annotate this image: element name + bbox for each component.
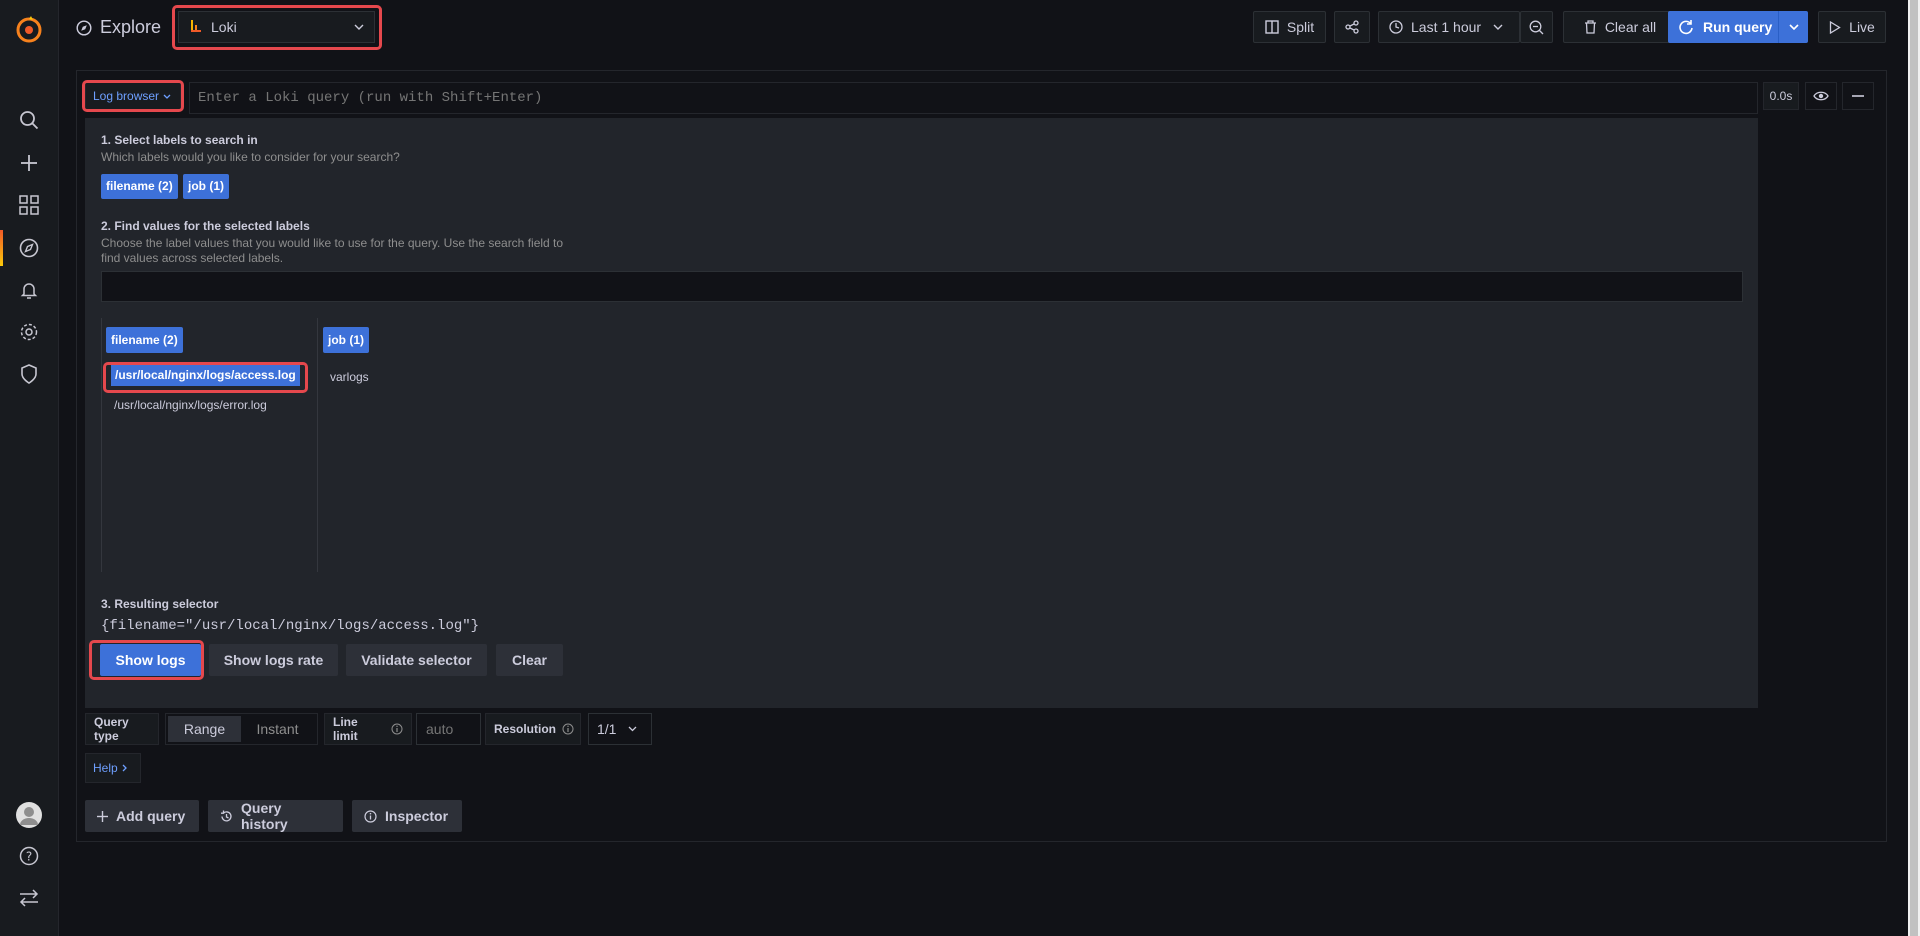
info-icon [364, 809, 377, 823]
inspector-button[interactable]: Inspector [352, 800, 462, 832]
query-duration: 0.0s [1763, 82, 1799, 110]
shield-icon[interactable] [14, 359, 44, 389]
split-label: Split [1286, 19, 1315, 35]
info-icon [391, 723, 403, 735]
refresh-icon [1678, 19, 1694, 35]
add-query-label: Add query [116, 808, 186, 824]
filename-values-column [101, 318, 318, 572]
help-label: Help [93, 761, 118, 775]
live-button[interactable]: Live [1818, 11, 1886, 43]
zoom-out-icon [1529, 20, 1544, 35]
log-browser-button[interactable]: Log browser [85, 82, 181, 110]
run-query-dropdown[interactable] [1778, 11, 1808, 43]
user-avatar[interactable] [14, 800, 44, 830]
chevron-down-icon [1493, 24, 1503, 30]
value-varlogs[interactable]: varlogs [330, 370, 369, 384]
clear-selector-button[interactable]: Clear [496, 644, 563, 676]
step2-desc-line1: Choose the label values that you would l… [101, 236, 564, 250]
line-limit-input[interactable] [416, 713, 481, 745]
split-button[interactable]: Split [1253, 11, 1326, 43]
datasource-picker[interactable]: Loki [178, 11, 375, 43]
switch-arrows-icon[interactable] [14, 883, 44, 913]
share-icon [1345, 20, 1359, 34]
trash-icon [1584, 20, 1597, 34]
explore-compass-icon[interactable] [14, 233, 44, 263]
eye-icon [1813, 90, 1829, 102]
step2-desc-line2: find values across selected labels. [101, 251, 284, 265]
query-type-range[interactable]: Range [168, 716, 241, 742]
query-type-instant[interactable]: Instant [241, 716, 314, 742]
step1-desc: Which labels would you like to consider … [101, 150, 400, 164]
play-icon [1829, 20, 1841, 34]
line-limit-label: Line limit [324, 713, 412, 745]
split-icon [1265, 20, 1279, 34]
add-query-button[interactable]: Add query [85, 800, 199, 832]
explore-compass-icon [76, 19, 92, 36]
chevron-right-icon [122, 764, 127, 772]
label-chip-job[interactable]: job (1) [183, 174, 229, 199]
resulting-selector: {filename="/usr/local/nginx/logs/access.… [101, 618, 480, 634]
query-history-button[interactable]: Query history [208, 800, 343, 832]
log-browser-label: Log browser [93, 89, 160, 103]
column-header-job: job (1) [323, 327, 369, 353]
zoom-out-button[interactable] [1520, 11, 1553, 43]
clear-all-label: Clear all [1604, 19, 1657, 35]
time-range-picker[interactable]: Last 1 hour [1378, 11, 1520, 43]
page-title: Explore [100, 17, 162, 37]
label-values-search-input[interactable] [101, 271, 1743, 302]
show-logs-button[interactable]: Show logs [100, 644, 201, 676]
page-scrollbar[interactable] [1908, 0, 1920, 936]
svg-text:?: ? [26, 850, 32, 864]
resolution-value: 1/1 [597, 721, 617, 737]
clock-icon [1389, 20, 1403, 34]
alerting-bell-icon[interactable] [14, 275, 44, 305]
active-indicator [0, 230, 3, 266]
grafana-logo-icon[interactable] [14, 15, 44, 45]
chevron-down-icon [163, 94, 171, 99]
validate-selector-button[interactable]: Validate selector [346, 644, 487, 676]
step3-title: 3. Resulting selector [101, 597, 219, 611]
chevron-down-icon [1788, 24, 1799, 30]
share-button[interactable] [1334, 11, 1370, 43]
show-logs-rate-button[interactable]: Show logs rate [209, 644, 338, 676]
info-icon [562, 723, 574, 735]
help-toggle[interactable]: Help [85, 753, 141, 783]
chevron-down-icon [628, 726, 637, 732]
run-query-label: Run query [1703, 19, 1773, 35]
value-access-log[interactable]: /usr/local/nginx/logs/access.log [111, 365, 300, 386]
minus-icon [1852, 95, 1864, 97]
scrollbar-thumb[interactable] [1910, 0, 1918, 936]
hide-query-button[interactable] [1805, 82, 1837, 110]
label-chip-filename[interactable]: filename (2) [101, 174, 178, 199]
dashboards-icon[interactable] [14, 190, 44, 220]
query-type-label: Query type [85, 713, 159, 745]
history-icon [220, 810, 233, 823]
step1-title: 1. Select labels to search in [101, 133, 258, 147]
query-input[interactable] [189, 82, 1758, 114]
sidebar: ? [0, 0, 59, 936]
query-history-label: Query history [241, 800, 288, 832]
help-icon[interactable]: ? [14, 841, 44, 871]
column-header-filename: filename (2) [106, 327, 183, 353]
resolution-select[interactable]: 1/1 [588, 713, 652, 745]
clear-all-button[interactable]: Clear all [1563, 11, 1677, 43]
query-type-radio-group: Range Instant [165, 713, 318, 745]
datasource-name: Loki [211, 19, 237, 35]
resolution-label: Resolution [485, 713, 581, 745]
value-error-log[interactable]: /usr/local/nginx/logs/error.log [114, 398, 267, 412]
search-icon[interactable] [14, 105, 44, 135]
page-header: Explore [76, 17, 161, 38]
chevron-down-icon [354, 24, 364, 30]
plus-icon[interactable] [14, 148, 44, 178]
settings-gear-icon[interactable] [14, 317, 44, 347]
inspector-label: Inspector [385, 808, 449, 824]
live-label: Live [1849, 19, 1875, 35]
loki-logo-icon [189, 19, 203, 35]
plus-icon [97, 810, 108, 822]
time-range-label: Last 1 hour [1411, 19, 1482, 35]
remove-query-button[interactable] [1842, 82, 1874, 110]
step2-title: 2. Find values for the selected labels [101, 219, 310, 233]
